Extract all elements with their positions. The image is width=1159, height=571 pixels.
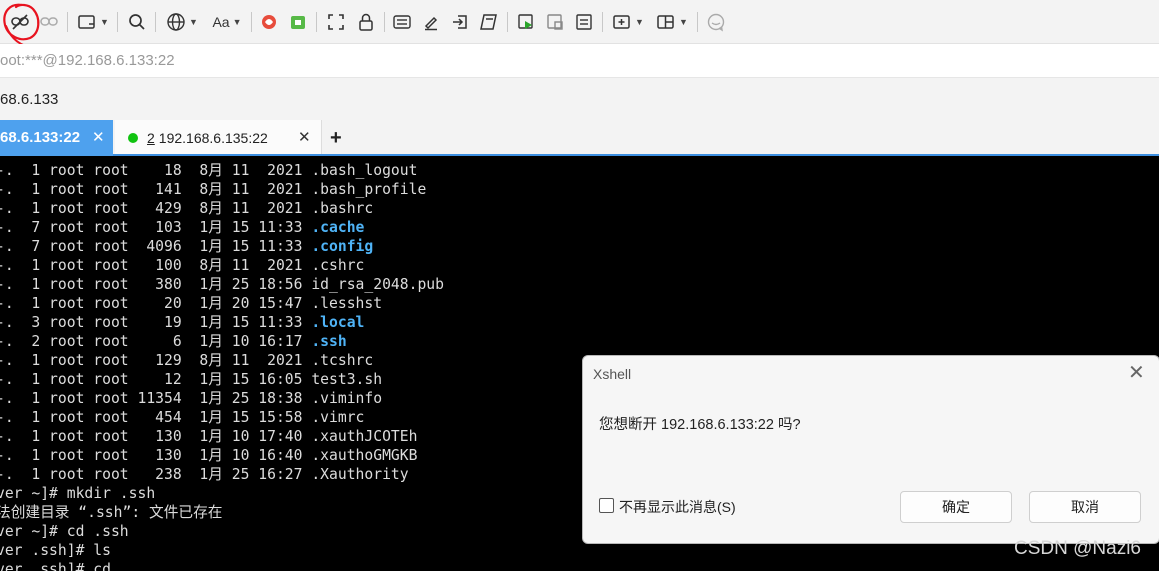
link-icon[interactable] bbox=[37, 9, 61, 35]
terminal-line: ver .ssh]# cd bbox=[0, 561, 111, 571]
toolbar-divider bbox=[507, 12, 508, 32]
terminal-line: -. 7 root root 4096 1月 15 11:33 .config bbox=[0, 237, 373, 256]
transfer-icon[interactable] bbox=[448, 9, 472, 35]
directory-name: .cache bbox=[311, 219, 365, 236]
chat-icon[interactable] bbox=[704, 9, 728, 35]
log-icon[interactable] bbox=[572, 9, 596, 35]
directory-name: .ssh bbox=[311, 333, 347, 350]
globe-icon bbox=[167, 13, 185, 31]
terminal-line: -. 1 root root 20 1月 20 15:47 .lesshst bbox=[0, 295, 383, 312]
terminal-line: -. 1 root root 100 8月 11 2021 .cshrc bbox=[0, 257, 365, 274]
xftp-icon[interactable] bbox=[257, 9, 281, 35]
stop-script-icon[interactable] bbox=[543, 9, 567, 35]
terminal-line-prefix: -. 7 root root 4096 1月 15 11:33 bbox=[0, 238, 312, 255]
connected-status-icon bbox=[128, 133, 138, 143]
tab-label: 2 192.168.6.135:22 bbox=[147, 120, 268, 156]
toolbar-divider bbox=[251, 12, 252, 32]
terminal-line: -. 1 root root 238 1月 25 16:27 .Xauthori… bbox=[0, 466, 409, 483]
terminal-line: -. 1 root root 130 1月 10 17:40 .xauthJCO… bbox=[0, 428, 418, 445]
terminal-line: -. 1 root root 454 1月 15 15:58 .vimrc bbox=[0, 409, 365, 426]
window-icon bbox=[78, 15, 95, 29]
new-session-dropdown[interactable]: ▼ bbox=[73, 9, 113, 35]
terminal-line: -. 7 root root 103 1月 15 11:33 .cache bbox=[0, 218, 364, 237]
terminal-line: -. 1 root root 130 1月 10 16:40 .xauthoGM… bbox=[0, 447, 418, 464]
chevron-down-icon: ▼ bbox=[635, 17, 644, 27]
directory-name: .local bbox=[311, 314, 365, 331]
keyboard-icon[interactable] bbox=[390, 9, 414, 35]
font-dropdown[interactable]: Aa ▼ bbox=[207, 9, 247, 35]
toolbar-divider bbox=[697, 12, 698, 32]
toolbar-divider bbox=[67, 12, 68, 32]
close-icon[interactable]: ✕ bbox=[298, 120, 311, 156]
layout-dropdown[interactable]: ▼ bbox=[652, 9, 692, 35]
encoding-dropdown[interactable]: ▼ bbox=[162, 9, 202, 35]
tab-label: 68.6.133:22 bbox=[0, 129, 81, 146]
session-tabs: 68.6.133:22 ✕ 2 192.168.6.135:22 ✕ + bbox=[0, 120, 1159, 156]
tab-index: 2 bbox=[147, 130, 155, 146]
dont-show-again-checkbox[interactable] bbox=[599, 498, 614, 513]
terminal-line-prefix: -. 7 root root 103 1月 15 11:33 bbox=[0, 219, 312, 236]
new-tab-button[interactable]: + bbox=[330, 120, 342, 156]
fullscreen-icon[interactable] bbox=[324, 9, 348, 35]
terminal-line: -. 1 root root 12 1月 15 16:05 test3.sh bbox=[0, 371, 383, 388]
host-text: 68.6.133 bbox=[0, 91, 59, 108]
chevron-down-icon: ▼ bbox=[100, 17, 109, 27]
directory-name: .config bbox=[311, 238, 374, 255]
toolbar-divider bbox=[316, 12, 317, 32]
terminal-line: -. 3 root root 19 1月 15 11:33 .local bbox=[0, 313, 364, 332]
session-address-bar[interactable]: oot:***@192.168.6.133:22 bbox=[0, 44, 1159, 78]
disconnect-icon[interactable] bbox=[8, 9, 32, 35]
cancel-button[interactable]: 取消 bbox=[1029, 491, 1141, 523]
disconnect-dialog: Xshell ✕ 您想断开 192.168.6.133:22 吗? 不再显示此消… bbox=[582, 355, 1159, 544]
tab-host: 192.168.6.135:22 bbox=[158, 130, 268, 146]
terminal-line: -. 1 root root 429 8月 11 2021 .bashrc bbox=[0, 200, 374, 217]
chevron-down-icon: ▼ bbox=[679, 17, 688, 27]
tab-session-1[interactable]: 68.6.133:22 ✕ bbox=[0, 120, 113, 156]
script-icon[interactable] bbox=[477, 9, 501, 35]
watermark: CSDN @Nazi6 bbox=[1014, 538, 1141, 559]
font-label: Aa bbox=[212, 14, 230, 30]
terminal-line: ver ~]# cd .ssh bbox=[0, 523, 129, 540]
toolbar-divider bbox=[155, 12, 156, 32]
toolbar: ▼ ▼ Aa ▼ ▼ ▼ bbox=[0, 0, 1159, 44]
search-icon[interactable] bbox=[125, 9, 149, 35]
toolbar-divider bbox=[384, 12, 385, 32]
chevron-down-icon: ▼ bbox=[189, 17, 198, 27]
dialog-title: Xshell bbox=[593, 366, 632, 382]
terminal-line-prefix: -. 2 root root 6 1月 10 16:17 bbox=[0, 333, 312, 350]
add-window-icon bbox=[613, 15, 630, 29]
close-icon[interactable]: ✕ bbox=[92, 120, 105, 156]
terminal-line: ver .ssh]# ls bbox=[0, 542, 111, 559]
chevron-down-icon: ▼ bbox=[232, 17, 242, 27]
dialog-message: 您想断开 192.168.6.133:22 吗? bbox=[599, 417, 801, 433]
host-bar: 68.6.133 bbox=[0, 78, 1159, 120]
terminal-line: -. 1 root root 141 8月 11 2021 .bash_prof… bbox=[0, 181, 427, 198]
close-icon[interactable]: ✕ bbox=[1128, 362, 1145, 384]
dont-show-again-label[interactable]: 不再显示此消息(S) bbox=[619, 497, 736, 517]
terminal-line: 法创建目录 “.ssh”: 文件已存在 bbox=[0, 504, 223, 521]
tab-session-2[interactable]: 2 192.168.6.135:22 ✕ bbox=[115, 120, 322, 154]
terminal-line: -. 2 root root 6 1月 10 16:17 .ssh bbox=[0, 332, 347, 351]
terminal-line: -. 1 root root 18 8月 11 2021 .bash_logou… bbox=[0, 162, 418, 179]
play-script-icon[interactable] bbox=[514, 9, 538, 35]
terminal-line: -. 1 root root 380 1月 25 18:56 id_rsa_20… bbox=[0, 276, 444, 293]
toolbar-divider bbox=[602, 12, 603, 32]
compose-icon[interactable] bbox=[419, 9, 443, 35]
terminal-line-prefix: -. 3 root root 19 1月 15 11:33 bbox=[0, 314, 312, 331]
terminal-line: ver ~]# mkdir .ssh bbox=[0, 485, 156, 502]
toolbar-divider bbox=[117, 12, 118, 32]
ok-button[interactable]: 确定 bbox=[900, 491, 1012, 523]
lock-icon[interactable] bbox=[354, 9, 378, 35]
terminal-line: -. 1 root root 11354 1月 25 18:38 .viminf… bbox=[0, 390, 383, 407]
session-address-text: oot:***@192.168.6.133:22 bbox=[0, 52, 175, 69]
terminal-line: -. 1 root root 129 8月 11 2021 .tcshrc bbox=[0, 352, 374, 369]
new-tab-dropdown[interactable]: ▼ bbox=[608, 9, 648, 35]
layout-icon bbox=[657, 15, 674, 29]
xmanager-icon[interactable] bbox=[286, 9, 310, 35]
